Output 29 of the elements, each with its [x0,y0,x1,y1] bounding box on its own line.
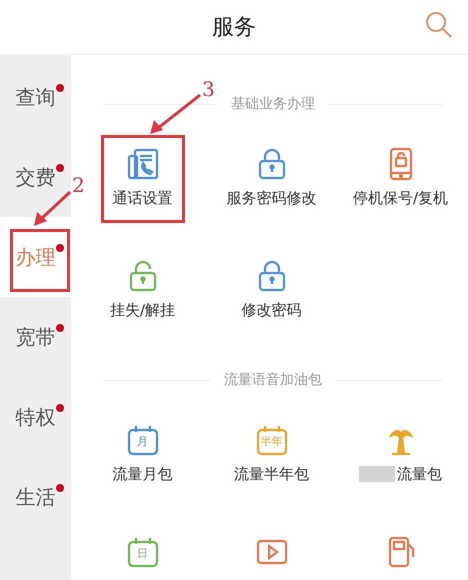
section-title: 基础业务办理 [231,95,315,114]
item-label: 流量半年包 [234,464,309,484]
service-item[interactable]: 服务密码修改 [226,130,316,242]
sidebar-tab[interactable]: 查询 [0,57,71,137]
item-label: 修改密码 [242,300,302,320]
service-item[interactable]: 通话设置 [112,130,172,242]
item-label: 停机保号/复机 [352,188,448,208]
annotation-arrow [150,94,201,134]
sidebar-tab[interactable]: 特权 [0,377,71,457]
sidebar-tab[interactable]: 宽带 [0,297,71,377]
annotation-number: 2 [72,174,85,196]
annotation-number: 3 [202,78,215,100]
service-item[interactable]: 半年 流量半年包 [234,406,309,518]
item-label: 流量月包 [112,464,172,484]
service-item[interactable]: 月 流量月包 [112,406,172,518]
service-item[interactable]: 停机保号/复机 [352,130,448,242]
annotation-box [10,229,70,292]
page-title: 服务 [212,14,256,42]
service-item[interactable]: 修改密码 [242,242,302,354]
service-item[interactable]: 流量包 [359,406,442,518]
service-item[interactable]: 挂失/解挂 [110,242,176,354]
item-label: 服务密码修改 [226,188,316,208]
section-title: 流量语音加油包 [224,370,322,390]
sidebar-tab[interactable]: 生活 [0,457,71,537]
search-icon[interactable] [424,10,454,40]
item-label: 挂失/解挂 [110,300,176,320]
annotation-arrow [34,190,72,226]
item-label: 通话设置 [112,188,172,208]
item-label: 流量包 [397,464,442,484]
